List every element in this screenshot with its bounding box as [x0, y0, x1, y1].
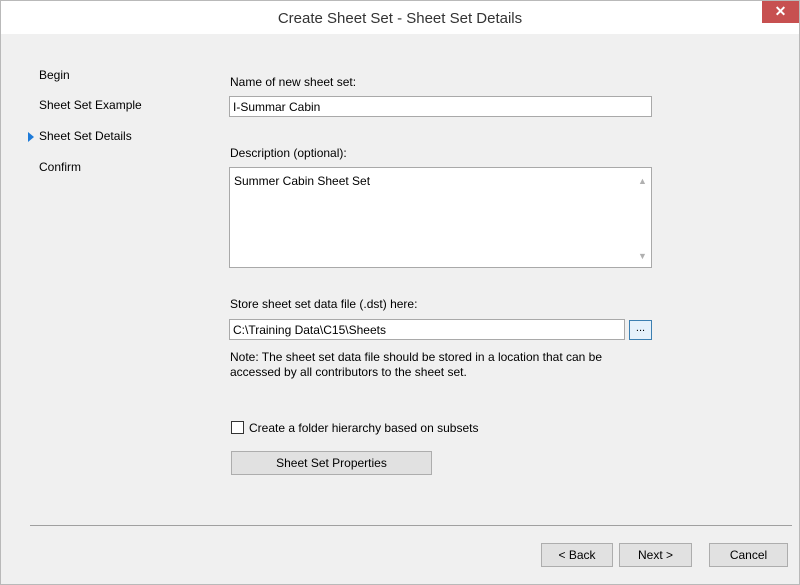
- sheet-set-name-input[interactable]: I-Summar Cabin: [229, 96, 652, 117]
- current-step-arrow-icon: [28, 132, 34, 142]
- sidebar-item-confirm[interactable]: Confirm: [39, 160, 81, 174]
- sheet-set-properties-button[interactable]: Sheet Set Properties: [231, 451, 432, 475]
- close-button[interactable]: ✕: [762, 1, 799, 23]
- create-sheet-set-dialog: Create Sheet Set - Sheet Set Details ✕ B…: [0, 0, 800, 585]
- close-icon: ✕: [774, 3, 787, 19]
- dialog-title: Create Sheet Set - Sheet Set Details: [277, 10, 523, 27]
- store-location-input[interactable]: C:\Training Data\C15\Sheets: [229, 319, 625, 340]
- scroll-up-icon[interactable]: ▲: [638, 176, 647, 186]
- sidebar-item-sheet-set-example[interactable]: Sheet Set Example: [39, 98, 142, 112]
- description-label: Description (optional):: [230, 146, 347, 160]
- back-button[interactable]: < Back: [541, 543, 613, 567]
- sidebar-item-begin[interactable]: Begin: [39, 68, 70, 82]
- storage-note: Note: The sheet set data file should be …: [230, 350, 603, 379]
- folder-hierarchy-label[interactable]: Create a folder hierarchy based on subse…: [249, 421, 478, 435]
- title-bar: Create Sheet Set - Sheet Set Details ✕: [1, 1, 799, 34]
- sidebar-item-sheet-set-details[interactable]: Sheet Set Details: [39, 129, 132, 143]
- folder-hierarchy-checkbox[interactable]: [231, 421, 244, 434]
- name-label: Name of new sheet set:: [230, 75, 357, 89]
- browse-button[interactable]: ...: [629, 320, 652, 340]
- description-input[interactable]: Summer Cabin Sheet Set ▲ ▼: [229, 167, 652, 268]
- description-text: Summer Cabin Sheet Set: [234, 174, 371, 188]
- description-scrollbar[interactable]: ▲ ▼: [634, 168, 651, 267]
- cancel-button[interactable]: Cancel: [709, 543, 788, 567]
- footer-divider: [30, 525, 792, 526]
- next-button[interactable]: Next >: [619, 543, 692, 567]
- scroll-down-icon[interactable]: ▼: [638, 251, 647, 261]
- store-location-label: Store sheet set data file (.dst) here:: [230, 297, 418, 311]
